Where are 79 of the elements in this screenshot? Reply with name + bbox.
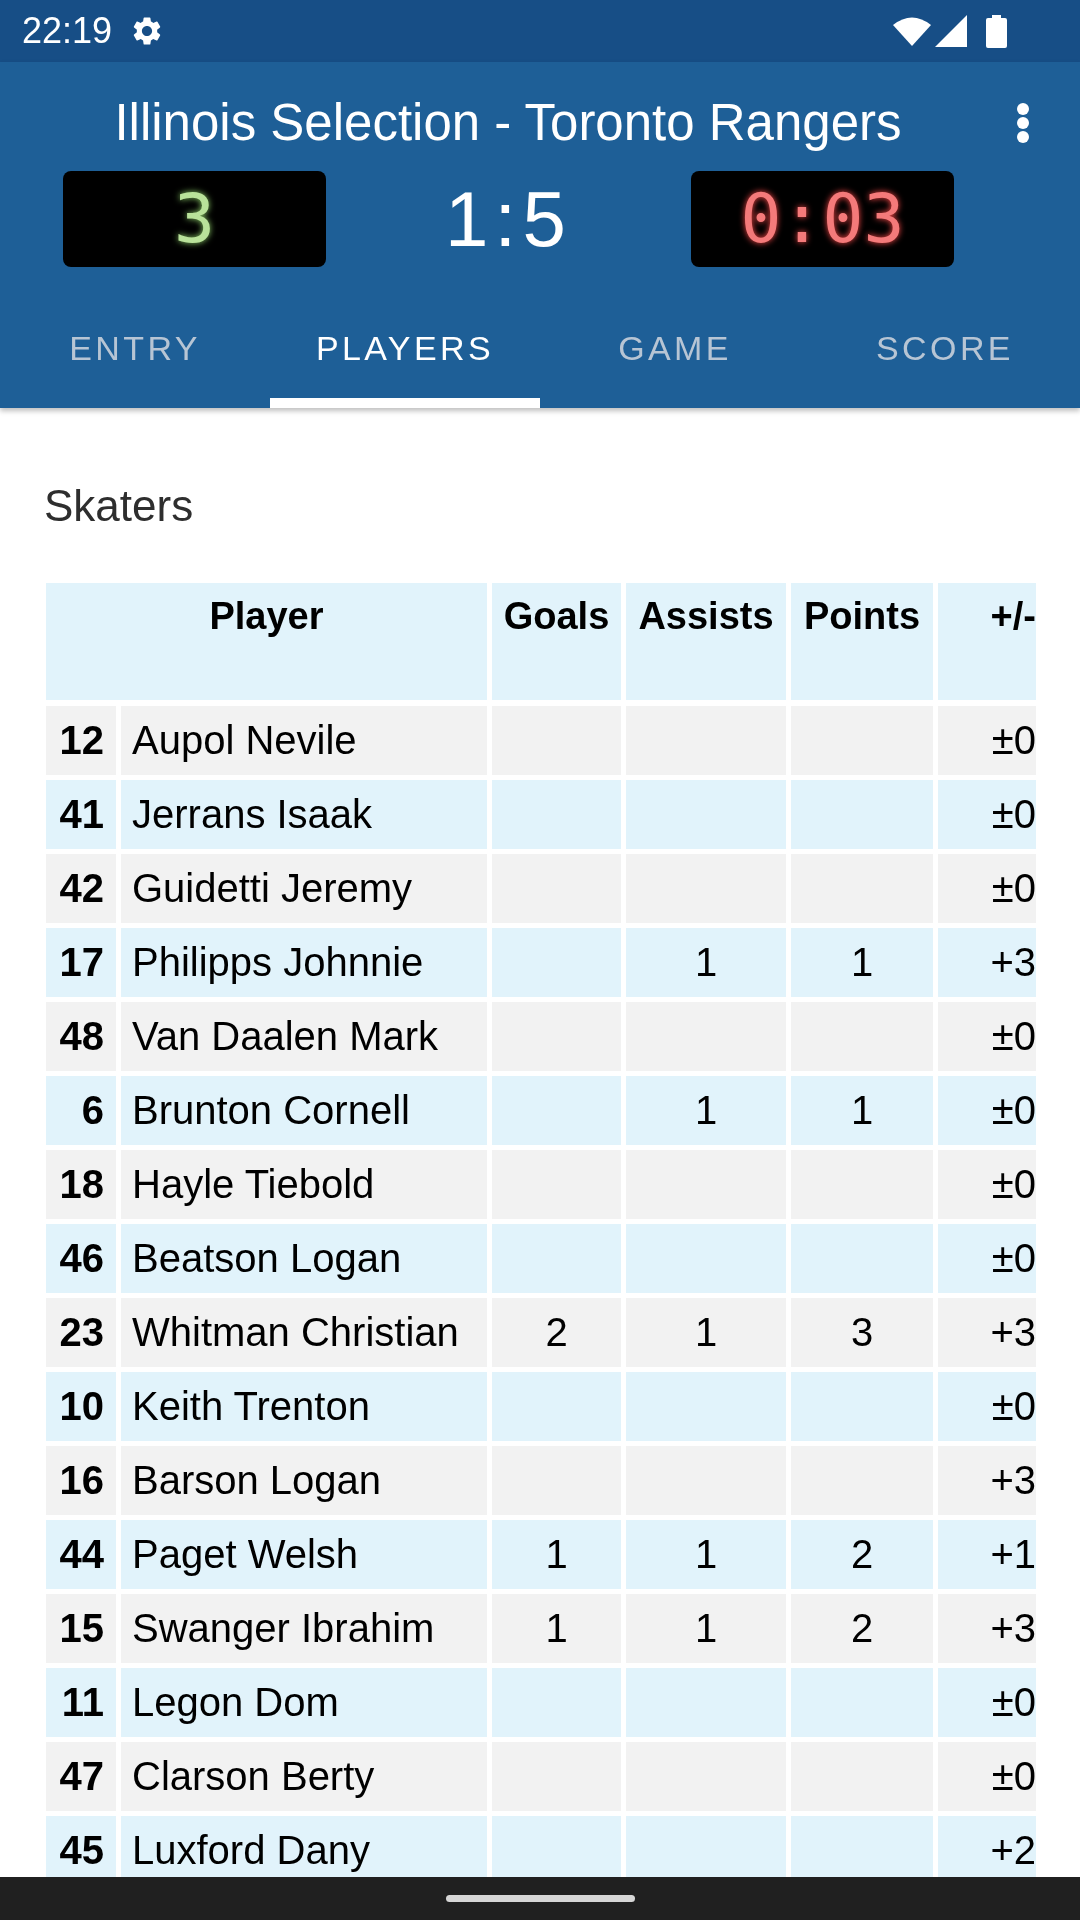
table-cell: 1 (626, 1298, 786, 1367)
table-cell: ±0 (938, 1002, 1036, 1071)
table-cell: Paget Welsh (121, 1520, 487, 1589)
table-cell: 16 (46, 1446, 116, 1515)
table-cell: 17 (46, 928, 116, 997)
table-cell: Brunton Cornell (121, 1076, 487, 1145)
table-cell: 23 (46, 1298, 116, 1367)
table-cell: Hayle Tiebold (121, 1150, 487, 1219)
table-cell: Beatson Logan (121, 1224, 487, 1293)
table-cell: 41 (46, 780, 116, 849)
table-cell: Keith Trenton (121, 1372, 487, 1441)
table-cell: Jerrans Isaak (121, 780, 487, 849)
more-menu-icon[interactable] (1016, 102, 1030, 144)
table-cell: +2 (938, 1816, 1036, 1877)
column-header: +/- (938, 583, 1036, 700)
table-cell: 3 (791, 1298, 933, 1367)
table-cell: ±0 (938, 1076, 1036, 1145)
table-cell: 1 (791, 1076, 933, 1145)
table-cell: +3 (938, 928, 1036, 997)
table-cell: 10 (46, 1372, 116, 1441)
table-cell: 2 (791, 1594, 933, 1663)
table-cell: 46 (46, 1224, 116, 1293)
table-cell: 6 (46, 1076, 116, 1145)
table-cell: ±0 (938, 854, 1036, 923)
tab[interactable]: ENTRY (0, 298, 270, 408)
table-cell: Guidetti Jeremy (121, 854, 487, 923)
table-cell: +3 (938, 1446, 1036, 1515)
table-cell: Clarson Berty (121, 1742, 487, 1811)
table-cell: 2 (492, 1298, 621, 1367)
score: 1:5 (444, 179, 573, 259)
table-cell: 45 (46, 1816, 116, 1877)
column-header: Player (46, 583, 487, 700)
column-header: Goals (492, 583, 621, 700)
table-cell: 12 (46, 706, 116, 775)
table-cell: ±0 (938, 1372, 1036, 1441)
table-cell: 42 (46, 854, 116, 923)
clock-time: 22:19 (22, 11, 113, 51)
table-cell: 1 (492, 1594, 621, 1663)
table-cell: 1 (626, 1076, 786, 1145)
table-cell: 47 (46, 1742, 116, 1811)
table-cell: 1 (492, 1520, 621, 1589)
battery-icon (986, 14, 1007, 48)
table-cell: Whitman Christian (121, 1298, 487, 1367)
table-cell: 1 (791, 928, 933, 997)
table-cell: 15 (46, 1594, 116, 1663)
wifi-icon (893, 16, 931, 46)
column-header: Assists (626, 583, 786, 700)
table-cell: 2 (791, 1520, 933, 1589)
table-cell: Luxford Dany (121, 1816, 487, 1877)
table-cell: ±0 (938, 1742, 1036, 1811)
table-cell: 11 (46, 1668, 116, 1737)
column-header: Points (791, 583, 933, 700)
table-cell: ±0 (938, 706, 1036, 775)
signal-icon (935, 15, 967, 47)
period-display: 3 (63, 171, 326, 267)
table-cell: 1 (626, 1594, 786, 1663)
table-cell: ±0 (938, 1150, 1036, 1219)
table-cell: 44 (46, 1520, 116, 1589)
table-cell: ±0 (938, 1668, 1036, 1737)
table-cell: Barson Logan (121, 1446, 487, 1515)
table-cell: Aupol Nevile (121, 706, 487, 775)
game-title: Illinois Selection - Toronto Rangers (114, 93, 902, 153)
table-cell: Swanger Ibrahim (121, 1594, 487, 1663)
table-cell: Van Daalen Mark (121, 1002, 487, 1071)
table-cell: Philipps Johnnie (121, 928, 487, 997)
tab[interactable]: GAME (540, 298, 810, 408)
table-cell: +3 (938, 1594, 1036, 1663)
tab[interactable]: SCORE (810, 298, 1080, 408)
table-cell: Legon Dom (121, 1668, 487, 1737)
table-cell: 18 (46, 1150, 116, 1219)
table-cell: ±0 (938, 780, 1036, 849)
table-cell: 48 (46, 1002, 116, 1071)
table-cell: ±0 (938, 1224, 1036, 1293)
table-cell: 1 (626, 1520, 786, 1589)
table-cell: 1 (626, 928, 786, 997)
game-clock-display: 0:03 (691, 171, 954, 267)
table-cell: +1 (938, 1520, 1036, 1589)
table-cell: +3 (938, 1298, 1036, 1367)
section-title: Skaters (44, 481, 194, 530)
